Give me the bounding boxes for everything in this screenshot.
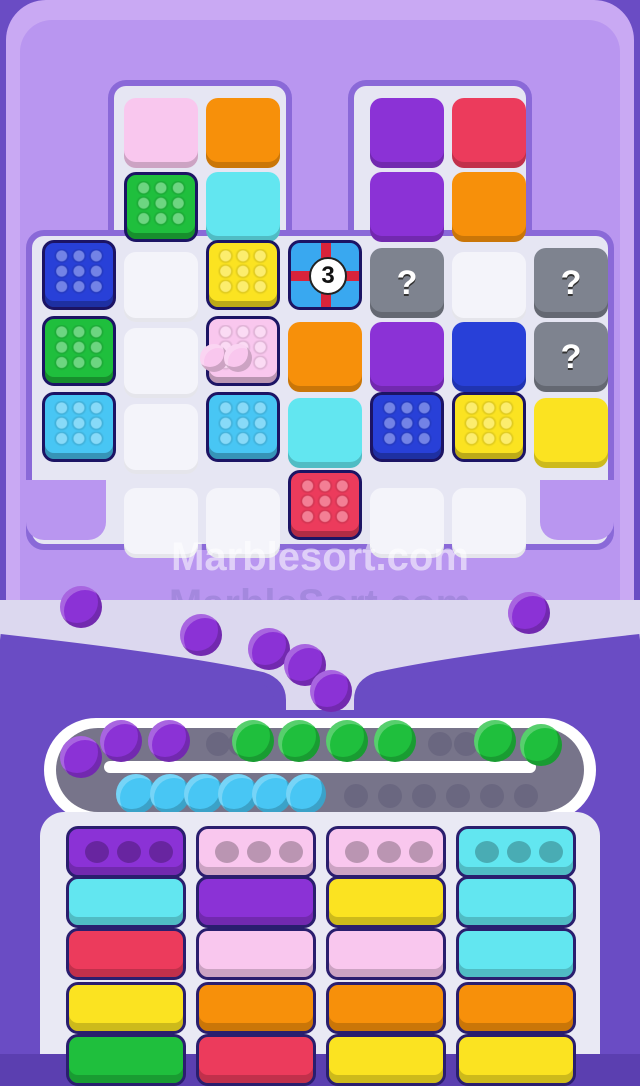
color-block-pink[interactable] — [124, 98, 198, 168]
marble — [286, 774, 326, 814]
conveyor-slot — [514, 784, 538, 808]
marble — [60, 586, 102, 628]
conveyor-slot — [206, 732, 230, 756]
queued-bin-pink — [196, 928, 316, 980]
bin-hole — [85, 841, 109, 863]
empty-slot — [124, 328, 198, 398]
queued-bin-green — [66, 1034, 186, 1086]
conveyor-slot — [446, 784, 470, 808]
color-block-orange[interactable] — [288, 322, 362, 392]
bin-hole — [345, 841, 369, 863]
marble — [224, 344, 252, 372]
queued-bin-purple — [196, 876, 316, 928]
gift-tile[interactable]: 3 — [288, 240, 362, 310]
color-block-orange[interactable] — [452, 172, 526, 242]
color-block-blue[interactable] — [452, 322, 526, 392]
marble — [310, 670, 352, 712]
bin-hole — [117, 841, 141, 863]
board-corner-left — [26, 480, 106, 540]
bin-hole — [409, 841, 433, 863]
color-block-orange[interactable] — [206, 98, 280, 168]
active-bin-purple[interactable] — [66, 826, 186, 878]
marble — [100, 720, 142, 762]
marble-crate-yellow[interactable] — [452, 392, 526, 462]
color-block-purple[interactable] — [370, 322, 444, 392]
bin-hole — [377, 841, 401, 863]
queued-bin-orange — [326, 982, 446, 1034]
queued-bin-cyan — [66, 876, 186, 928]
marble-crate-green[interactable] — [124, 172, 198, 242]
queued-bin-yellow — [326, 1034, 446, 1086]
marble-crate-green[interactable] — [42, 316, 116, 386]
bin-hole — [215, 841, 239, 863]
marble — [60, 736, 102, 778]
queued-bin-pink — [326, 928, 446, 980]
bin-hole — [507, 841, 531, 863]
marble-crate-red[interactable] — [288, 470, 362, 540]
active-bin-pink[interactable] — [326, 826, 446, 878]
empty-slot — [452, 252, 526, 322]
marble-crate-lightblue[interactable] — [42, 392, 116, 462]
queued-bin-cyan — [456, 876, 576, 928]
marble-crate-yellow[interactable] — [206, 240, 280, 310]
active-bin-pink[interactable] — [196, 826, 316, 878]
queued-bin-yellow — [456, 1034, 576, 1086]
color-block-red[interactable] — [452, 98, 526, 168]
queued-bin-yellow — [326, 876, 446, 928]
bin-hole — [539, 841, 563, 863]
bin-hole — [247, 841, 271, 863]
gift-counter: 3 — [309, 257, 347, 295]
marble — [520, 724, 562, 766]
marble — [508, 592, 550, 634]
empty-slot — [124, 252, 198, 322]
marble — [474, 720, 516, 762]
conveyor-slot — [480, 784, 504, 808]
marble — [232, 720, 274, 762]
color-block-cyan[interactable] — [206, 172, 280, 242]
queued-bin-yellow — [66, 982, 186, 1034]
conveyor-slot — [344, 784, 368, 808]
queued-bin-orange — [456, 982, 576, 1034]
bin-hole — [149, 841, 173, 863]
marble — [326, 720, 368, 762]
bin-hole — [475, 841, 499, 863]
color-block-cyan[interactable] — [288, 398, 362, 468]
conveyor-divider — [104, 761, 536, 773]
mystery-tile[interactable]: ? — [370, 248, 444, 318]
marble-crate-blue[interactable] — [42, 240, 116, 310]
mystery-tile[interactable]: ? — [534, 322, 608, 392]
active-bin-cyan[interactable] — [456, 826, 576, 878]
conveyor-slot — [428, 732, 452, 756]
watermark: Marblesort.com — [171, 535, 469, 579]
queued-bin-cyan — [456, 928, 576, 980]
marble — [374, 720, 416, 762]
board-corner-right — [540, 480, 614, 540]
color-block-purple[interactable] — [370, 172, 444, 242]
marble-crate-lightblue[interactable] — [206, 392, 280, 462]
color-block-purple[interactable] — [370, 98, 444, 168]
queued-bin-red — [196, 1034, 316, 1086]
bin-hole — [279, 841, 303, 863]
color-block-yellow[interactable] — [534, 398, 608, 468]
conveyor-slot — [412, 784, 436, 808]
marble — [148, 720, 190, 762]
queued-bin-red — [66, 928, 186, 980]
queued-bin-orange — [196, 982, 316, 1034]
marble — [278, 720, 320, 762]
mystery-tile[interactable]: ? — [534, 248, 608, 318]
marble — [180, 614, 222, 656]
marble-crate-blue[interactable] — [370, 392, 444, 462]
empty-slot — [124, 404, 198, 474]
conveyor-slot — [378, 784, 402, 808]
